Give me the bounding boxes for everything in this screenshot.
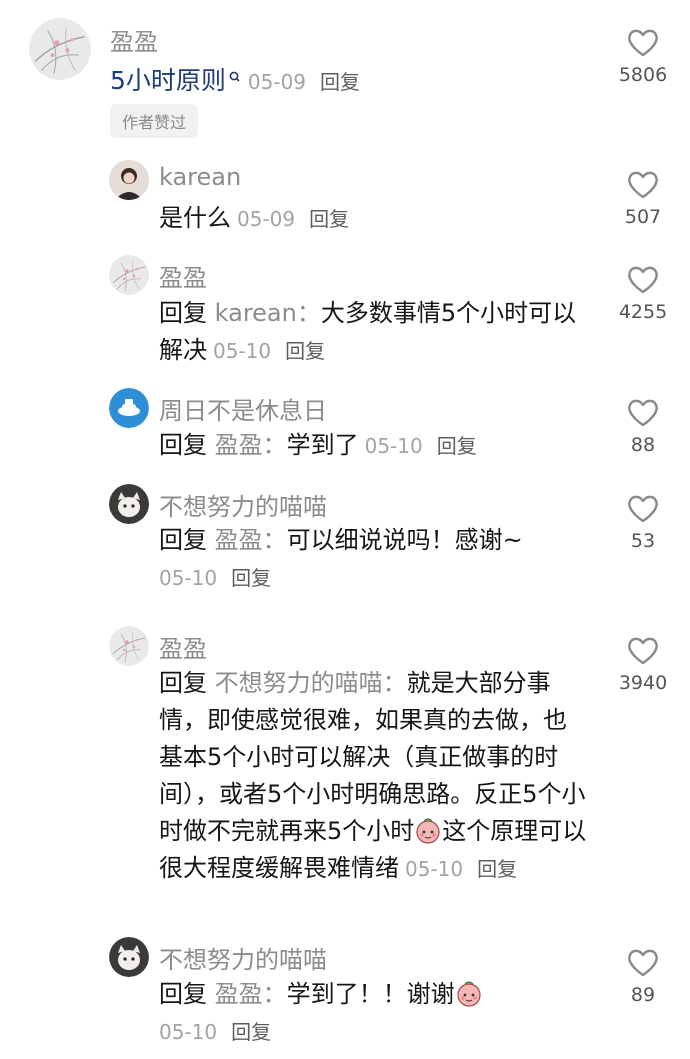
comment-time: 05-09 (237, 207, 296, 231)
reply-prefix: 回复 (159, 431, 207, 459)
comment-text: 学到了！！谢谢 (286, 980, 455, 1008)
comment-author[interactable]: karean (159, 163, 241, 191)
mention[interactable]: karean： (215, 299, 321, 327)
like-button[interactable]: 53 (612, 492, 674, 552)
reply-button[interactable]: 回复 (231, 566, 271, 590)
reply-button[interactable]: 回复 (309, 207, 349, 231)
avatar[interactable] (109, 388, 149, 428)
comment-meta: 05-10 回复 (365, 434, 477, 458)
heart-icon[interactable] (626, 946, 660, 978)
comment-author[interactable]: 盈盈 (159, 258, 207, 293)
comment-text[interactable]: 5小时原则 (110, 66, 226, 95)
comment-author[interactable]: 不想努力的喵喵 (159, 940, 327, 975)
heart-icon[interactable] (626, 26, 660, 58)
author-liked-badge: 作者赞过 (110, 104, 199, 138)
like-button[interactable]: 88 (612, 396, 674, 456)
avatar[interactable] (109, 626, 149, 666)
like-button[interactable]: 4255 (612, 263, 674, 323)
like-count: 53 (630, 530, 656, 552)
reply-prefix: 回复 (159, 980, 207, 1008)
comment-body: 回复 盈盈：学到了 05-10 回复 (159, 427, 589, 465)
comment-body: 回复 盈盈：可以细说说吗！感谢~ 05-10 回复 (159, 522, 599, 597)
comment-author[interactable]: 不想努力的喵喵 (159, 487, 327, 522)
comment-meta: 05-10 回复 (159, 1020, 271, 1044)
mention[interactable]: 不想努力的喵喵： (215, 669, 407, 697)
like-count: 3940 (618, 672, 668, 694)
comment-body: 是什么 05-09 回复 (159, 200, 589, 238)
reply-button[interactable]: 回复 (285, 339, 325, 363)
comment-text: 是什么 (159, 204, 231, 232)
reply-button[interactable]: 回复 (437, 434, 477, 458)
comment-time: 05-10 (159, 566, 218, 590)
comment-time: 05-10 (213, 339, 272, 363)
mention[interactable]: 盈盈： (215, 526, 287, 554)
heart-icon[interactable] (626, 396, 660, 428)
heart-icon[interactable] (626, 492, 660, 524)
comment-body: 回复 盈盈：学到了！！谢谢 05-10 回复 (159, 976, 599, 1051)
comment-meta: 05-10 回复 (405, 857, 517, 881)
comment-author[interactable]: 盈盈 (110, 22, 158, 57)
avatar[interactable] (109, 255, 149, 295)
reply-prefix: 回复 (159, 669, 207, 697)
comment-author[interactable]: 盈盈 (159, 629, 207, 664)
comment-time: 05-10 (159, 1020, 218, 1044)
reply-button[interactable]: 回复 (231, 1020, 271, 1044)
comment-time: 05-09 (247, 70, 307, 94)
mention[interactable]: 盈盈： (215, 980, 287, 1008)
comment-meta: 05-10 回复 (159, 566, 271, 590)
comment-body: 回复 不想努力的喵喵：就是大部分事情，即使感觉很难，如果真的去做，也基本5个小时… (159, 665, 589, 888)
avatar[interactable] (109, 484, 149, 524)
reply-button[interactable]: 回复 (477, 857, 517, 881)
comment-time: 05-10 (405, 857, 464, 881)
like-count: 4255 (618, 301, 668, 323)
like-count: 5806 (618, 64, 668, 86)
heart-icon[interactable] (626, 168, 660, 200)
comment-meta: 05-10 回复 (213, 339, 325, 363)
search-icon[interactable] (228, 62, 242, 99)
comment-meta: 05-09 回复 (248, 70, 360, 94)
like-button[interactable]: 5806 (612, 26, 674, 86)
like-button[interactable]: 3940 (612, 634, 674, 694)
comment-body: 5小时原则 05-09 回复 (110, 62, 540, 101)
avatar[interactable] (29, 18, 91, 80)
heart-icon[interactable] (626, 634, 660, 666)
reply-prefix: 回复 (159, 299, 207, 327)
avatar[interactable] (109, 160, 149, 200)
comment-text: 学到了 (286, 431, 359, 459)
mention[interactable]: 盈盈： (215, 431, 287, 459)
like-count: 507 (624, 206, 662, 228)
like-button[interactable]: 507 (612, 168, 674, 228)
reply-button[interactable]: 回复 (320, 70, 360, 94)
comment-body: 回复 karean：大多数事情5个小时可以解决 05-10 回复 (159, 295, 589, 370)
heart-icon[interactable] (626, 263, 660, 295)
like-button[interactable]: 89 (612, 946, 674, 1006)
peach-emoji-icon (414, 816, 442, 844)
comment-time: 05-10 (364, 434, 423, 458)
like-count: 89 (630, 984, 656, 1006)
like-count: 88 (630, 434, 656, 456)
comment-text: 可以细说说吗！感谢~ (286, 526, 523, 554)
reply-prefix: 回复 (159, 526, 207, 554)
avatar[interactable] (109, 937, 149, 977)
comment-author[interactable]: 周日不是休息日 (159, 391, 327, 426)
comment-meta: 05-09 回复 (237, 207, 349, 231)
peach-emoji-icon (455, 979, 483, 1007)
